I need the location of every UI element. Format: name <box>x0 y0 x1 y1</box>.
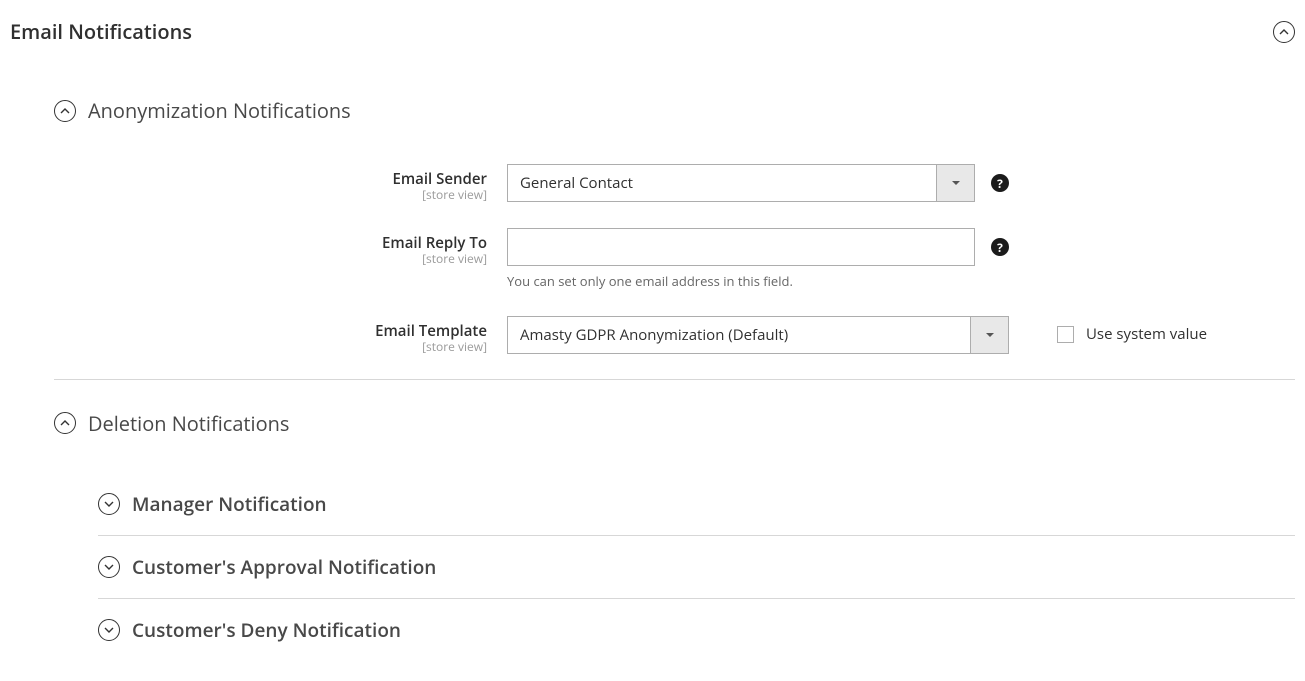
email-reply-to-note: You can set only one email address in th… <box>507 272 1009 290</box>
email-sender-value: General Contact <box>508 173 936 193</box>
email-template-scope: [store view] <box>54 340 487 354</box>
use-system-value-checkbox[interactable] <box>1057 326 1074 343</box>
email-sender-select[interactable]: General Contact <box>507 164 975 202</box>
chevron-up-icon <box>54 412 76 434</box>
chevron-down-icon <box>98 556 120 578</box>
manager-notification-header[interactable]: Manager Notification <box>98 473 1295 536</box>
divider <box>54 379 1295 380</box>
email-template-select[interactable]: Amasty GDPR Anonymization (Default) <box>507 316 1009 354</box>
email-reply-to-input[interactable] <box>507 228 975 266</box>
chevron-down-icon <box>98 493 120 515</box>
help-icon[interactable]: ? <box>991 238 1009 256</box>
customers-approval-notification-title: Customer's Approval Notification <box>132 554 436 580</box>
use-system-value-label: Use system value <box>1086 324 1207 344</box>
deletion-notifications-header[interactable]: Deletion Notifications <box>54 404 1295 443</box>
chevron-up-icon <box>1273 21 1295 43</box>
manager-notification-title: Manager Notification <box>132 491 327 517</box>
customers-deny-notification-header[interactable]: Customer's Deny Notification <box>98 599 1295 661</box>
anonymization-notifications-header[interactable]: Anonymization Notifications <box>54 91 1295 130</box>
email-notifications-header[interactable]: Email Notifications <box>10 10 1295 53</box>
customers-approval-notification-header[interactable]: Customer's Approval Notification <box>98 536 1295 599</box>
chevron-down-icon <box>936 165 974 201</box>
deletion-notifications-title: Deletion Notifications <box>88 410 289 437</box>
anonymization-notifications-title: Anonymization Notifications <box>88 97 351 124</box>
chevron-up-icon <box>54 100 76 122</box>
email-template-value: Amasty GDPR Anonymization (Default) <box>508 325 970 345</box>
email-notifications-title: Email Notifications <box>10 18 192 45</box>
chevron-down-icon <box>970 317 1008 353</box>
chevron-down-icon <box>98 619 120 641</box>
customers-deny-notification-title: Customer's Deny Notification <box>132 617 401 643</box>
email-sender-scope: [store view] <box>54 188 487 202</box>
email-reply-to-scope: [store view] <box>54 252 487 266</box>
help-icon[interactable]: ? <box>991 174 1009 192</box>
